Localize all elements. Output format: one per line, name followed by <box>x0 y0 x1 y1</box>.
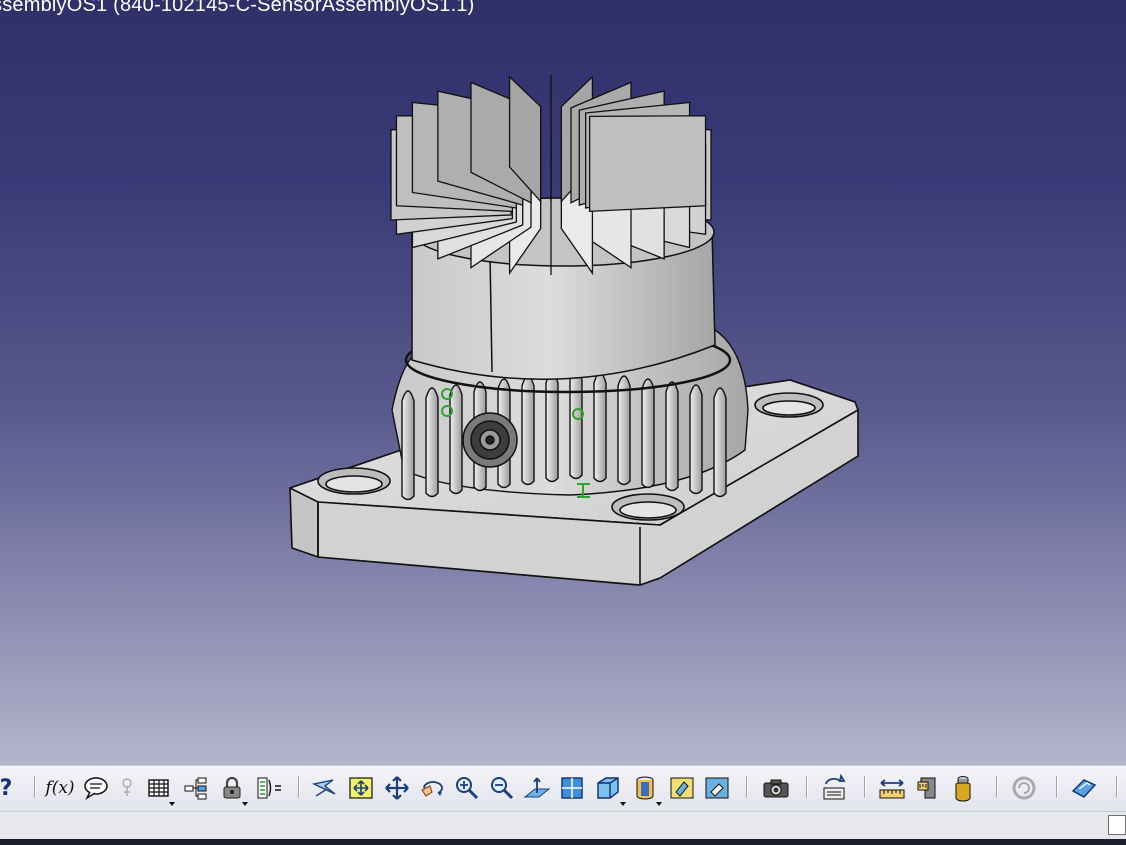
housing-rib <box>641 378 655 489</box>
capture-icon[interactable] <box>760 774 792 802</box>
fly-mode-icon[interactable] <box>310 774 340 802</box>
iso-view-icon[interactable] <box>592 774 626 806</box>
housing-rib <box>713 387 727 498</box>
parameters-icon[interactable] <box>254 774 286 802</box>
table-icon[interactable] <box>145 774 175 806</box>
housing-rib <box>449 384 463 495</box>
sketch-icon[interactable] <box>1068 774 1100 802</box>
heatsink-fin <box>588 115 707 213</box>
housing-rib <box>593 372 607 483</box>
refresh-icon[interactable] <box>1008 774 1040 802</box>
zoom-out-icon[interactable] <box>487 774 517 802</box>
sensor-assembly-model[interactable] <box>0 0 1126 765</box>
normal-view-icon[interactable] <box>522 774 552 802</box>
toolbar-separator <box>746 776 747 798</box>
housing-rib <box>401 390 415 501</box>
toolbar-separator <box>1056 776 1057 798</box>
toolbar-separator <box>298 776 299 798</box>
toolbar-separator <box>864 776 865 798</box>
3d-viewport[interactable]: ssemblyOS1 (840-102145-C-SensorAssemblyO… <box>0 0 1126 765</box>
window-bottom-edge <box>0 839 1126 845</box>
comment-icon[interactable] <box>82 774 110 802</box>
housing-rib <box>617 375 631 486</box>
help-icon[interactable]: ? <box>0 774 18 802</box>
multi-view-icon[interactable] <box>557 774 587 802</box>
heatsink-fins <box>390 75 712 276</box>
housing-rib <box>569 369 583 480</box>
hide-show-icon[interactable] <box>667 774 697 802</box>
command-input[interactable] <box>1108 815 1126 835</box>
swap-visible-icon[interactable] <box>702 774 732 802</box>
lock-icon[interactable] <box>218 774 248 806</box>
toolbar-separator <box>1116 776 1117 798</box>
housing-rib <box>425 387 439 498</box>
shading-icon[interactable] <box>630 774 662 806</box>
status-bar <box>0 811 1126 840</box>
formula-icon[interactable]: f(x) <box>45 774 74 802</box>
toolbar-separator <box>996 776 997 798</box>
measure-icon[interactable] <box>876 774 908 802</box>
material-icon[interactable] <box>948 774 978 802</box>
connector-port <box>462 412 518 468</box>
measure-inertia-icon[interactable] <box>912 774 944 802</box>
fit-all-icon[interactable] <box>346 774 376 802</box>
toolbar-separator <box>806 776 807 798</box>
housing-rib <box>689 384 703 495</box>
rotate-icon[interactable] <box>417 774 447 802</box>
knowledge-icon[interactable] <box>116 774 138 802</box>
housing-rib <box>665 381 679 492</box>
tree-icon[interactable] <box>182 774 210 802</box>
toolbar-separator <box>34 776 35 798</box>
housing-rib <box>545 372 559 483</box>
update-icon[interactable] <box>818 774 850 802</box>
pan-icon[interactable] <box>382 774 412 802</box>
zoom-in-icon[interactable] <box>452 774 482 802</box>
bottom-toolbar: ? f(x) <box>0 765 1126 812</box>
